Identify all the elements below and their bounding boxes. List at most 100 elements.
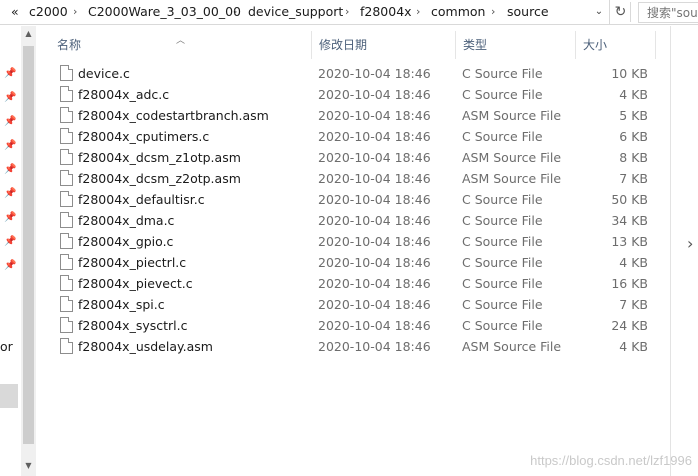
breadcrumb-separator-icon[interactable]: › [233, 4, 237, 20]
file-date: 2020-10-04 18:46 [318, 129, 431, 144]
file-date: 2020-10-04 18:46 [318, 234, 431, 249]
chevron-right-icon[interactable]: › [687, 234, 693, 253]
column-header-size-label: 大小 [583, 38, 608, 52]
breadcrumb-item-device-support[interactable]: device_support [248, 4, 343, 20]
file-type: C Source File [462, 318, 543, 333]
file-date: 2020-10-04 18:46 [318, 297, 431, 312]
file-list: device.c 2020-10-04 18:46 C Source File … [50, 63, 656, 357]
breadcrumb-separator-icon[interactable]: › [491, 4, 495, 20]
file-type: C Source File [462, 192, 543, 207]
file-row[interactable]: f28004x_cputimers.c 2020-10-04 18:46 C S… [50, 126, 656, 147]
file-date: 2020-10-04 18:46 [318, 318, 431, 333]
file-type: C Source File [462, 276, 543, 291]
file-icon [60, 149, 73, 165]
pin-icon[interactable]: 📌 [4, 116, 16, 128]
breadcrumb-item-common[interactable]: common [431, 4, 485, 20]
file-type: ASM Source File [462, 339, 562, 354]
breadcrumb-separator-icon[interactable]: › [345, 4, 349, 20]
file-row[interactable]: f28004x_sysctrl.c 2020-10-04 18:46 C Sou… [50, 315, 656, 336]
file-row[interactable]: f28004x_codestartbranch.asm 2020-10-04 1… [50, 105, 656, 126]
file-date: 2020-10-04 18:46 [318, 192, 431, 207]
file-row[interactable]: f28004x_pievect.c 2020-10-04 18:46 C Sou… [50, 273, 656, 294]
refresh-icon[interactable]: ↻ [611, 2, 631, 22]
column-header-date[interactable]: 修改日期 [312, 31, 456, 59]
pin-icon[interactable]: 📌 [4, 260, 16, 272]
address-dropdown-icon[interactable]: ⌄ [592, 4, 606, 20]
breadcrumb-item-c2000ware[interactable]: C2000Ware_3_03_00_00 [88, 4, 241, 20]
file-row[interactable]: f28004x_spi.c 2020-10-04 18:46 C Source … [50, 294, 656, 315]
file-row[interactable]: f28004x_adc.c 2020-10-04 18:46 C Source … [50, 84, 656, 105]
pin-icon[interactable]: 📌 [4, 212, 16, 224]
file-row[interactable]: f28004x_dcsm_z1otp.asm 2020-10-04 18:46 … [50, 147, 656, 168]
pin-icon[interactable]: 📌 [4, 188, 16, 200]
pane-divider[interactable] [670, 26, 671, 476]
file-icon [60, 107, 73, 123]
column-header-name[interactable]: 名称 ︿ [50, 31, 312, 59]
file-name: f28004x_pievect.c [78, 276, 193, 291]
file-name: f28004x_usdelay.asm [78, 339, 213, 354]
breadcrumb: « c2000 › C2000Ware_3_03_00_00 › device_… [0, 0, 610, 25]
file-size: 4 KB [619, 87, 648, 102]
nav-scrollbar[interactable]: ▲ ▼ [21, 26, 36, 476]
file-size: 8 KB [619, 150, 648, 165]
file-row[interactable]: device.c 2020-10-04 18:46 C Source File … [50, 63, 656, 84]
file-name: f28004x_spi.c [78, 297, 165, 312]
file-icon [60, 275, 73, 291]
file-row[interactable]: f28004x_piectrl.c 2020-10-04 18:46 C Sou… [50, 252, 656, 273]
file-type: C Source File [462, 255, 543, 270]
scrollbar-thumb[interactable] [23, 46, 34, 444]
file-icon [60, 170, 73, 186]
file-name: f28004x_gpio.c [78, 234, 174, 249]
breadcrumb-separator-icon[interactable]: › [73, 4, 77, 20]
scroll-up-icon[interactable]: ▲ [21, 26, 36, 41]
file-name: f28004x_codestartbranch.asm [78, 108, 269, 123]
pin-icon[interactable]: 📌 [4, 68, 16, 80]
file-row[interactable]: f28004x_usdelay.asm 2020-10-04 18:46 ASM… [50, 336, 656, 357]
breadcrumb-item-source[interactable]: source [507, 4, 549, 20]
file-size: 7 KB [619, 171, 648, 186]
nav-item-selected[interactable] [0, 384, 18, 408]
column-header-row: 名称 ︿ 修改日期 类型 大小 [50, 31, 656, 59]
breadcrumb-separator-icon[interactable]: › [416, 4, 420, 20]
file-icon [60, 128, 73, 144]
navigation-pane: 📌 📌 📌 📌 📌 📌 📌 📌 📌 or ▲ ▼ [0, 26, 36, 476]
file-type: C Source File [462, 87, 543, 102]
file-date: 2020-10-04 18:46 [318, 66, 431, 81]
column-header-date-label: 修改日期 [319, 38, 368, 52]
file-icon [60, 317, 73, 333]
file-type: ASM Source File [462, 108, 562, 123]
file-date: 2020-10-04 18:46 [318, 213, 431, 228]
pin-icon[interactable]: 📌 [4, 140, 16, 152]
file-date: 2020-10-04 18:46 [318, 150, 431, 165]
file-row[interactable]: f28004x_dma.c 2020-10-04 18:46 C Source … [50, 210, 656, 231]
file-size: 24 KB [611, 318, 648, 333]
file-icon [60, 65, 73, 81]
address-bar: « c2000 › C2000Ware_3_03_00_00 › device_… [0, 0, 698, 25]
file-row[interactable]: f28004x_defaultisr.c 2020-10-04 18:46 C … [50, 189, 656, 210]
breadcrumb-item-f28004x[interactable]: f28004x [360, 4, 412, 20]
breadcrumb-overflow-icon[interactable]: « [11, 4, 19, 20]
file-icon [60, 86, 73, 102]
file-row[interactable]: f28004x_gpio.c 2020-10-04 18:46 C Source… [50, 231, 656, 252]
file-type: ASM Source File [462, 150, 562, 165]
nav-item-label[interactable]: or [0, 339, 13, 355]
pin-icon[interactable]: 📌 [4, 164, 16, 176]
file-name: f28004x_adc.c [78, 87, 170, 102]
watermark: https://blog.csdn.net/lzf1996 [530, 453, 692, 468]
file-size: 5 KB [619, 108, 648, 123]
file-size: 50 KB [611, 192, 648, 207]
scroll-down-icon[interactable]: ▼ [21, 458, 36, 473]
pin-icon[interactable]: 📌 [4, 92, 16, 104]
file-row[interactable]: f28004x_dcsm_z2otp.asm 2020-10-04 18:46 … [50, 168, 656, 189]
file-size: 4 KB [619, 339, 648, 354]
file-date: 2020-10-04 18:46 [318, 276, 431, 291]
file-size: 16 KB [611, 276, 648, 291]
column-header-size[interactable]: 大小 [576, 31, 656, 59]
breadcrumb-item-c2000[interactable]: c2000 [29, 4, 68, 20]
column-header-type[interactable]: 类型 [456, 31, 576, 59]
file-type: C Source File [462, 297, 543, 312]
pin-icon[interactable]: 📌 [4, 236, 16, 248]
file-date: 2020-10-04 18:46 [318, 339, 431, 354]
column-header-type-label: 类型 [463, 38, 488, 52]
search-input[interactable] [638, 2, 698, 23]
